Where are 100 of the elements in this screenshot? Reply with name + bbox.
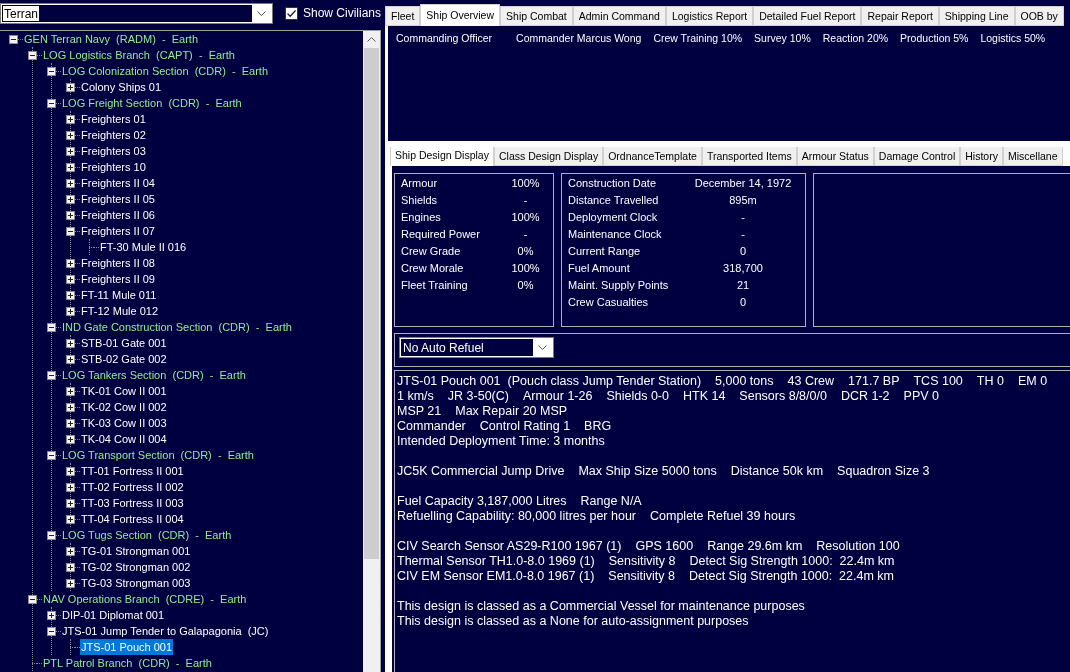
tree-item[interactable]: TT-04 Fortress II 004 <box>80 511 185 527</box>
tree-item[interactable]: Freighters 01 <box>80 111 147 127</box>
plus-box-icon[interactable] <box>46 610 56 620</box>
tree-item[interactable]: FT-30 Mule II 016 <box>99 239 188 255</box>
tree-item[interactable]: JTS-01 Pouch 001 <box>80 639 174 655</box>
tree-item[interactable]: Freighters II 07 <box>80 223 156 239</box>
plus-box-icon[interactable] <box>65 306 75 316</box>
tree-item[interactable]: PTL Patrol Branch (CDR) - Earth <box>42 655 213 671</box>
plus-box-icon[interactable] <box>65 546 75 556</box>
tab[interactable]: Detailed Fuel Report <box>753 6 862 26</box>
minus-box-icon[interactable] <box>46 530 56 540</box>
plus-box-icon[interactable] <box>65 578 75 588</box>
tab[interactable]: Armour Status <box>796 147 874 166</box>
tree-item[interactable]: DIP-01 Diplomat 001 <box>61 607 166 623</box>
tree-item[interactable]: TT-02 Fortress II 002 <box>80 479 185 495</box>
plus-box-icon[interactable] <box>65 162 75 172</box>
tree-item[interactable]: Freighters II 04 <box>80 175 156 191</box>
refuel-dropdown[interactable]: No Auto Refuel <box>399 337 554 358</box>
plus-box-icon[interactable] <box>65 482 75 492</box>
plus-box-icon[interactable] <box>65 274 75 284</box>
tree-item[interactable]: TG-03 Strongman 003 <box>80 575 192 591</box>
tab[interactable]: Admin Command <box>572 6 666 26</box>
tree-item[interactable]: TK-01 Cow II 001 <box>80 383 168 399</box>
tab[interactable]: Class Design Display <box>493 147 604 166</box>
minus-box-icon[interactable] <box>27 594 37 604</box>
tree-item[interactable]: Freighters 03 <box>80 143 147 159</box>
plus-box-icon[interactable] <box>65 290 75 300</box>
tree-item[interactable]: Freighters II 06 <box>80 207 156 223</box>
scrollbar[interactable] <box>363 31 380 672</box>
tree-item[interactable]: Freighters 02 <box>80 127 147 143</box>
tab[interactable]: OrdnanceTemplate <box>603 147 702 166</box>
tree-item[interactable]: LOG Transport Section (CDR) - Earth <box>61 447 255 463</box>
plus-box-icon[interactable] <box>65 82 75 92</box>
chevron-down-icon[interactable] <box>256 11 266 16</box>
scrollbar-thumb[interactable] <box>364 48 379 559</box>
plus-box-icon[interactable] <box>65 130 75 140</box>
chevron-down-icon[interactable] <box>538 345 547 350</box>
minus-box-icon[interactable] <box>46 98 56 108</box>
tree-item[interactable]: IND Gate Construction Section (CDR) - Earth <box>61 319 293 335</box>
tree-item[interactable]: Freighters II 09 <box>80 271 156 287</box>
tree-item[interactable]: LOG Logistics Branch (CAPT) - Earth <box>42 47 236 63</box>
tree-item[interactable]: TG-02 Strongman 002 <box>80 559 192 575</box>
minus-box-icon[interactable] <box>46 370 56 380</box>
tab[interactable]: Shipping Line <box>938 6 1015 26</box>
tab[interactable]: Transported Items <box>701 147 797 166</box>
tree-item[interactable]: TK-02 Cow II 002 <box>80 399 168 415</box>
plus-box-icon[interactable] <box>65 194 75 204</box>
plus-box-icon[interactable] <box>65 178 75 188</box>
tab[interactable]: Logistics Report <box>665 6 754 26</box>
tree-item[interactable]: FT-12 Mule 012 <box>80 303 160 319</box>
tab[interactable]: Damage Control <box>873 147 961 166</box>
minus-box-icon[interactable] <box>46 66 56 76</box>
minus-box-icon[interactable] <box>8 34 18 44</box>
plus-box-icon[interactable] <box>65 514 75 524</box>
tree-item[interactable]: TK-04 Cow II 004 <box>80 431 168 447</box>
tree-item[interactable]: STB-02 Gate 002 <box>80 351 168 367</box>
plus-box-icon[interactable] <box>65 466 75 476</box>
checkbox[interactable] <box>284 7 298 20</box>
tree-item[interactable]: GEN Terran Navy (RADM) - Earth <box>23 31 199 47</box>
tree-item[interactable]: TT-03 Fortress II 003 <box>80 495 185 511</box>
plus-box-icon[interactable] <box>65 386 75 396</box>
tab[interactable]: OOB by <box>1014 6 1064 26</box>
tree-item[interactable]: JTS-01 Jump Tender to Galapagonia (JC) <box>61 623 270 639</box>
tree-item[interactable]: TK-03 Cow II 003 <box>80 415 168 431</box>
tab[interactable]: History <box>960 147 1003 166</box>
minus-box-icon[interactable] <box>65 226 75 236</box>
plus-box-icon[interactable] <box>65 258 75 268</box>
tree-item[interactable]: TT-01 Fortress II 001 <box>80 463 185 479</box>
tab[interactable]: Miscellane <box>1002 147 1063 166</box>
plus-box-icon[interactable] <box>65 146 75 156</box>
tree-item[interactable]: Freighters 10 <box>80 159 147 175</box>
checkbox-label[interactable]: Show Civilians <box>302 7 381 20</box>
plus-box-icon[interactable] <box>65 562 75 572</box>
minus-box-icon[interactable] <box>46 322 56 332</box>
minus-box-icon[interactable] <box>46 626 56 636</box>
tab[interactable]: Repair Report <box>861 6 939 26</box>
tree-item[interactable]: LOG Freight Section (CDR) - Earth <box>61 95 243 111</box>
tree-item[interactable]: STB-01 Gate 001 <box>80 335 168 351</box>
faction-dropdown[interactable]: Terran <box>0 3 273 24</box>
tab[interactable]: Fleet <box>385 6 421 26</box>
plus-box-icon[interactable] <box>65 354 75 364</box>
minus-box-icon[interactable] <box>27 50 37 60</box>
minus-box-icon[interactable] <box>46 450 56 460</box>
plus-box-icon[interactable] <box>65 338 75 348</box>
tree-item[interactable]: FT-11 Mule 011 <box>80 287 158 303</box>
chevron-up-icon[interactable] <box>367 37 376 42</box>
tree-item[interactable]: Freighters II 08 <box>80 255 156 271</box>
tab[interactable]: Ship Design Display <box>390 147 494 166</box>
tree-item[interactable]: Freighters II 05 <box>80 191 156 207</box>
plus-box-icon[interactable] <box>65 402 75 412</box>
plus-box-icon[interactable] <box>65 418 75 428</box>
plus-box-icon[interactable] <box>65 210 75 220</box>
tree-item[interactable]: LOG Tugs Section (CDR) - Earth <box>61 527 233 543</box>
tree-item[interactable]: LOG Colonization Section (CDR) - Earth <box>61 63 270 79</box>
tree-item[interactable]: Colony Ships 01 <box>80 79 163 95</box>
plus-box-icon[interactable] <box>65 434 75 444</box>
tab[interactable]: Ship Combat <box>500 6 573 26</box>
tree-item[interactable]: LOG Tankers Section (CDR) - Earth <box>61 367 247 383</box>
tree-item[interactable]: NAV Operations Branch (CDRE) - Earth <box>42 591 248 607</box>
tree-item[interactable]: TG-01 Strongman 001 <box>80 543 192 559</box>
